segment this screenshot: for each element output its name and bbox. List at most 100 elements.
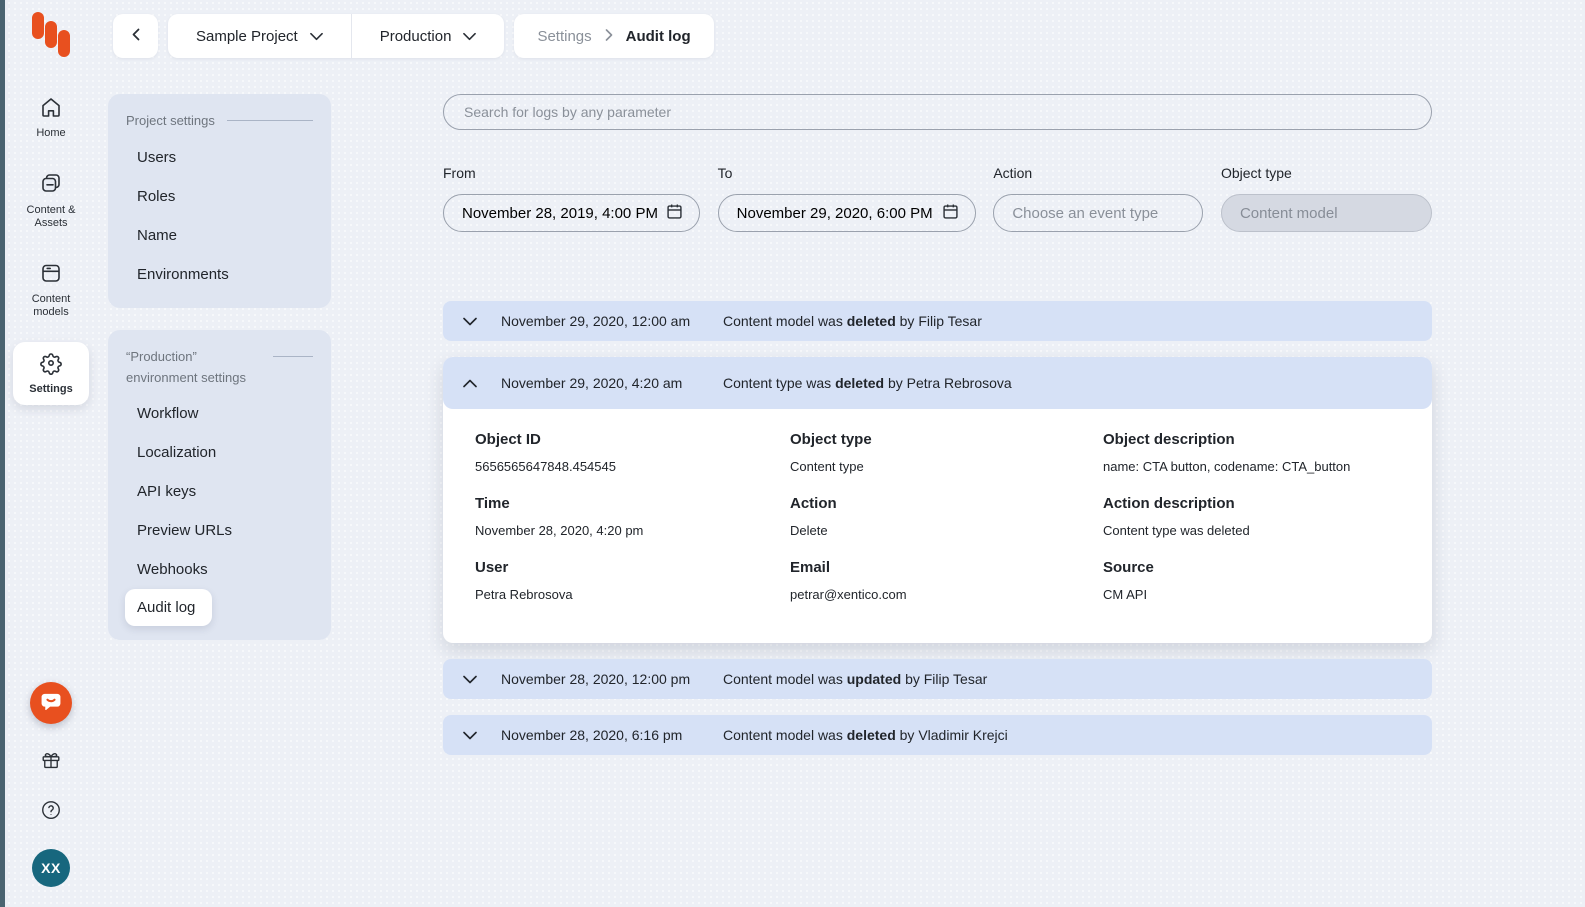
sidebar-item-content-assets[interactable]: Content & Assets — [13, 162, 89, 239]
home-icon — [39, 95, 63, 123]
detail-user: User Petra Rebrosova — [475, 559, 790, 623]
to-date-picker[interactable]: November 29, 2020, 6:00 PM — [717, 194, 976, 232]
detail-email: Email petrar@xentico.com — [790, 559, 1103, 623]
log-message: Content model was updated by Filip Tesar — [723, 671, 988, 687]
breadcrumb: Settings Audit log — [514, 14, 714, 58]
filter-from: From November 28, 2019, 4:00 PM — [443, 165, 700, 232]
breadcrumb-settings[interactable]: Settings — [537, 28, 591, 45]
chevron-down-icon[interactable] — [463, 675, 478, 684]
context-selector: Sample Project Production — [168, 14, 505, 58]
log-timestamp: November 28, 2020, 12:00 pm — [501, 671, 691, 687]
settings-nav-api-keys[interactable]: API keys — [108, 472, 331, 511]
detail-object-description: Object description name: CTA button, code… — [1103, 431, 1400, 495]
chevron-right-icon — [605, 28, 613, 45]
log-entry: November 29, 2020, 12:00 am Content model… — [443, 301, 1432, 341]
detail-value: November 28, 2020, 4:20 pm — [475, 523, 644, 538]
environment-settings-group: “Production” environment settings Workfl… — [108, 329, 331, 641]
content-area: Sample Project Production Settings Audit… — [97, 0, 1585, 907]
from-label: From — [443, 165, 476, 181]
sidebar-item-content-models[interactable]: Content models — [13, 252, 89, 329]
chevron-up-icon[interactable] — [463, 379, 478, 388]
detail-value: petrar@xentico.com — [790, 587, 907, 602]
kontent-logo[interactable] — [32, 12, 70, 58]
rail-footer: XX — [30, 682, 72, 907]
settings-nav-webhooks[interactable]: Webhooks — [108, 550, 331, 589]
main: Project settings Users Roles Name Environme… — [97, 94, 1585, 907]
sidebar-item-label: Content & Assets — [26, 203, 76, 229]
back-button[interactable] — [113, 14, 158, 58]
search-input[interactable] — [443, 94, 1432, 130]
action-dropdown[interactable]: Choose an event type — [993, 194, 1204, 232]
log-entry: November 28, 2020, 12:00 pm Content model… — [443, 659, 1432, 699]
settings-nav-workflow[interactable]: Workflow — [108, 394, 331, 433]
log-row[interactable]: November 28, 2020, 6:16 pm Content model … — [443, 715, 1432, 755]
settings-nav-localization[interactable]: Localization — [108, 433, 331, 472]
project-selector-label: Sample Project — [196, 27, 298, 45]
log-entry: November 29, 2020, 4:20 am Content type w… — [443, 357, 1432, 643]
chevron-down-icon[interactable] — [463, 317, 478, 326]
audit-log-section: From November 28, 2019, 4:00 PM To Novem… — [443, 94, 1432, 907]
detail-label: Source — [1103, 559, 1154, 576]
sidebar-item-label: Settings — [29, 382, 73, 395]
detail-value: name: CTA button, codename: CTA_button — [1103, 459, 1351, 474]
avatar[interactable]: XX — [32, 849, 70, 887]
settings-nav-preview-urls[interactable]: Preview URLs — [108, 511, 331, 550]
sidebar-item-home[interactable]: Home — [13, 86, 89, 149]
filter-action: Action Choose an event type — [993, 165, 1204, 232]
log-row[interactable]: November 29, 2020, 4:20 am Content type w… — [443, 357, 1432, 409]
detail-label: Object description — [1103, 431, 1235, 448]
help-icon[interactable] — [40, 799, 62, 824]
settings-nav-name[interactable]: Name — [108, 216, 331, 255]
detail-label: Email — [790, 559, 831, 576]
chat-button[interactable] — [30, 682, 72, 724]
log-timestamp: November 29, 2020, 4:20 am — [501, 375, 683, 391]
filter-object-type: Object type Content model — [1220, 165, 1432, 232]
calendar-icon — [666, 203, 683, 224]
chat-bubble-icon — [38, 689, 64, 718]
log-row[interactable]: November 29, 2020, 12:00 am Content model… — [443, 301, 1432, 341]
detail-label: Action — [790, 495, 837, 512]
detail-source: Source CM API — [1103, 559, 1400, 623]
filter-to: To November 29, 2020, 6:00 PM — [717, 165, 976, 232]
object-type-dropdown[interactable]: Content model — [1220, 194, 1432, 232]
filters-row: From November 28, 2019, 4:00 PM To Novem… — [443, 165, 1432, 232]
detail-time: Time November 28, 2020, 4:20 pm — [475, 495, 790, 559]
environment-selector[interactable]: Production — [352, 14, 505, 58]
log-list: November 29, 2020, 12:00 am Content model… — [443, 301, 1432, 755]
log-message: Content type was deleted by Petra Rebros… — [723, 375, 1012, 391]
settings-nav-roles[interactable]: Roles — [108, 177, 331, 216]
detail-value: Content type — [790, 459, 864, 474]
sidebar-item-label: Content models — [31, 293, 71, 319]
action-label: Action — [993, 165, 1033, 181]
page: Home Content & Assets Content models Settin… — [0, 0, 1585, 907]
environment-selector-label: Production — [379, 27, 452, 45]
settings-nav-users[interactable]: Users — [108, 138, 331, 177]
content-models-icon — [39, 261, 63, 289]
project-settings-group: Project settings Users Roles Name Environme… — [108, 94, 331, 308]
detail-value: 5656565647848.454545 — [475, 459, 616, 474]
detail-label: Time — [475, 495, 510, 512]
sidebar-item-settings[interactable]: Settings — [13, 341, 89, 405]
log-message: Content model was deleted by Vladimir Kr… — [723, 727, 1008, 743]
to-label: To — [717, 165, 733, 181]
breadcrumb-current: Audit log — [625, 27, 691, 45]
detail-label: Action description — [1103, 495, 1235, 512]
topbar: Sample Project Production Settings Audit… — [113, 14, 1585, 58]
project-selector[interactable]: Sample Project — [168, 14, 351, 58]
settings-nav-audit-log[interactable]: Audit log — [125, 589, 213, 627]
calendar-icon — [942, 203, 959, 224]
log-row[interactable]: November 28, 2020, 12:00 pm Content model… — [443, 659, 1432, 699]
log-timestamp: November 28, 2020, 6:16 pm — [501, 727, 683, 743]
log-entry: November 28, 2020, 6:16 pm Content model … — [443, 715, 1432, 755]
detail-action: Action Delete — [790, 495, 1103, 559]
from-date-picker[interactable]: November 28, 2019, 4:00 PM — [443, 194, 700, 232]
log-details: Object ID 5656565647848.454545 Object type… — [443, 409, 1432, 643]
detail-object-id: Object ID 5656565647848.454545 — [475, 431, 790, 495]
settings-nav: Project settings Users Roles Name Environme… — [108, 94, 331, 907]
settings-nav-environments[interactable]: Environments — [108, 255, 331, 294]
title-rule — [273, 355, 313, 357]
chevron-down-icon[interactable] — [463, 731, 478, 740]
title-rule — [226, 120, 313, 121]
content-assets-icon — [39, 171, 63, 199]
gift-icon[interactable] — [40, 749, 62, 774]
